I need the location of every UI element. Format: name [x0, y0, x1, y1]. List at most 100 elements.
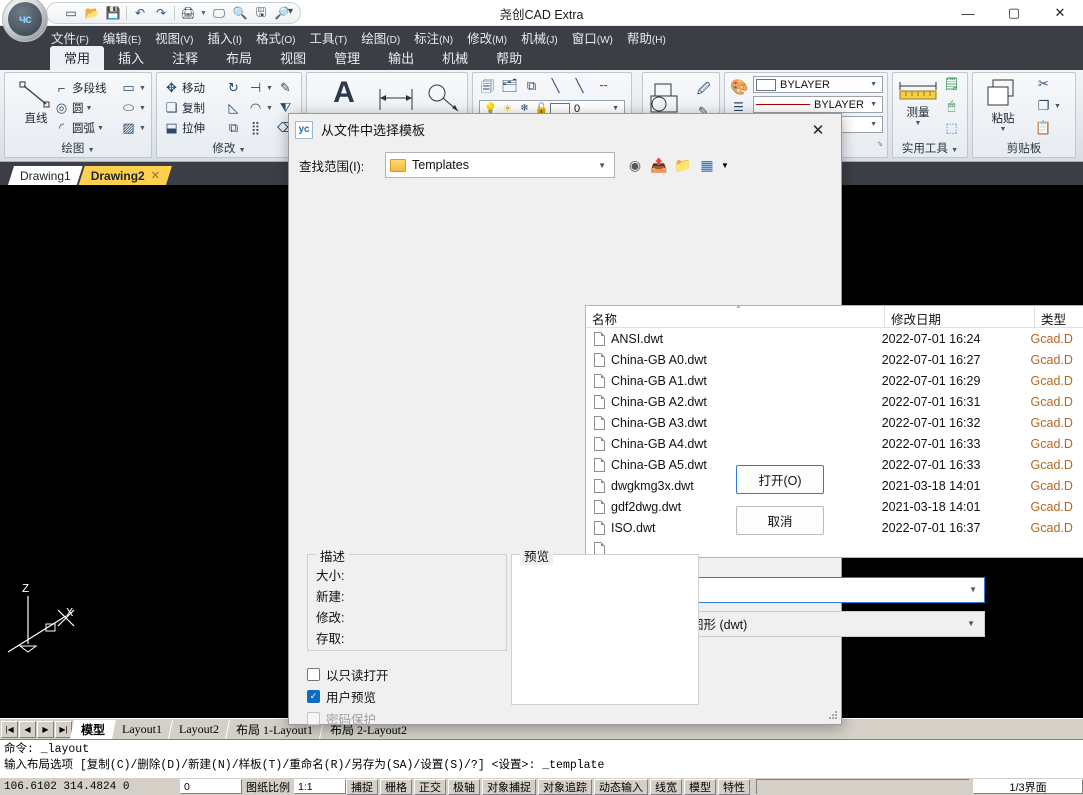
- measure-tool[interactable]: 测量 ▼: [895, 78, 941, 127]
- arc-tool[interactable]: ◜ 圆弧 ▼: [53, 120, 104, 136]
- text-tool[interactable]: A: [321, 78, 367, 108]
- document-tab-drawing2[interactable]: Drawing2 ✕: [79, 166, 172, 185]
- measure-dropdown-icon[interactable]: ▼: [915, 120, 922, 127]
- layout-tab-layout2[interactable]: Layout2: [167, 719, 230, 739]
- new-folder-icon[interactable]: 📁: [671, 153, 695, 177]
- view-mode-icon[interactable]: ▦: [695, 153, 719, 177]
- view-mode-dropdown-icon[interactable]: ▼: [719, 153, 731, 177]
- paste-special-tool[interactable]: 📋: [1035, 120, 1052, 136]
- dimension-tool[interactable]: [373, 86, 419, 112]
- hatch-dropdown-icon[interactable]: ▼: [139, 125, 146, 132]
- qat-more-icon[interactable]: ▾: [288, 6, 293, 17]
- scale-tool[interactable]: ⧉: [225, 120, 242, 136]
- tab-output[interactable]: 输出: [374, 46, 428, 70]
- status-input-field[interactable]: 0: [180, 779, 242, 794]
- file-name-input[interactable]: ▼: [659, 576, 985, 603]
- dialog-close-button[interactable]: ✕: [801, 115, 835, 144]
- copy-tool[interactable]: ❏ 复制: [163, 100, 205, 116]
- open-icon[interactable]: 📂: [82, 4, 102, 22]
- leader-tool[interactable]: [425, 84, 465, 114]
- panel-draw-expand-icon[interactable]: ▼: [88, 147, 95, 154]
- linetype-list-tool[interactable]: ☰: [730, 100, 747, 114]
- layout-tab-layout1[interactable]: Layout1: [110, 719, 173, 739]
- new-icon[interactable]: ▭: [61, 4, 81, 22]
- linetype-dropdown-icon[interactable]: ▼: [870, 101, 880, 108]
- rotate-tool[interactable]: ↻: [225, 80, 242, 96]
- column-header-type[interactable]: 类型: [1034, 306, 1083, 327]
- cancel-button[interactable]: 取消: [736, 506, 824, 535]
- block-define-tool[interactable]: 🖉: [695, 80, 712, 102]
- status-toggle-lineweight[interactable]: 线宽: [650, 778, 682, 795]
- status-toggle-osnap[interactable]: 对象捕捉: [482, 778, 536, 795]
- document-tab-drawing1[interactable]: Drawing1: [8, 166, 83, 185]
- status-toggle-snap[interactable]: 捕捉: [346, 778, 378, 795]
- circle-dropdown-icon[interactable]: ▼: [86, 105, 93, 112]
- rectangle-tool[interactable]: ▭ ▼: [120, 80, 146, 96]
- status-toggle-model[interactable]: 模型: [684, 778, 716, 795]
- tab-help[interactable]: 帮助: [482, 46, 536, 70]
- tab-insert[interactable]: 插入: [104, 46, 158, 70]
- status-toggle-otrack[interactable]: 对象追踪: [538, 778, 592, 795]
- user-preview-checkbox-row[interactable]: ✓ 用户预览: [307, 687, 376, 706]
- mirror-tool[interactable]: ◺: [225, 100, 242, 116]
- zoom-icon[interactable]: 🔍: [230, 4, 250, 22]
- layout-nav-prev[interactable]: ◀: [19, 720, 36, 738]
- print-preview-icon[interactable]: 🖵: [209, 4, 229, 22]
- tab-mechanical[interactable]: 机械: [428, 46, 482, 70]
- table-row[interactable]: China-GB A0.dwt 2022-07-01 16:27 Gcad.D: [586, 349, 1083, 370]
- menu-help[interactable]: 帮助(H): [620, 26, 673, 49]
- minimize-button[interactable]: —: [945, 0, 991, 26]
- file-name-dropdown-icon[interactable]: ▼: [969, 585, 980, 594]
- quick-calc-tool[interactable]: 🖱: [943, 98, 960, 114]
- properties-brush-tool[interactable]: ✎: [277, 80, 294, 96]
- up-folder-icon[interactable]: 📤: [647, 153, 671, 177]
- print-dropdown-icon[interactable]: ▼: [199, 10, 208, 17]
- readonly-checkbox[interactable]: [307, 668, 320, 681]
- stretch-tool[interactable]: ⬓ 拉伸: [163, 120, 205, 136]
- arc-dropdown-icon[interactable]: ▼: [97, 125, 104, 132]
- table-row[interactable]: China-GB A3.dwt 2022-07-01 16:32 Gcad.D: [586, 412, 1083, 433]
- redo-icon[interactable]: ↷: [151, 4, 171, 22]
- readonly-checkbox-row[interactable]: 以只读打开: [307, 665, 389, 684]
- layout-nav-last[interactable]: ▶|: [55, 720, 72, 738]
- paste-tool[interactable]: 粘贴 ▼: [979, 78, 1027, 133]
- layer-properties-tool[interactable]: 🗐: [479, 78, 496, 100]
- linetype-dash-tool[interactable]: ╌: [595, 78, 612, 94]
- look-in-dropdown-icon[interactable]: ▼: [598, 161, 610, 170]
- fillet-tool[interactable]: ◠ ▼: [247, 100, 273, 116]
- user-preview-checkbox[interactable]: ✓: [307, 690, 320, 703]
- coordinates-display[interactable]: 106.6102 314.4824 0: [0, 781, 180, 793]
- save-icon[interactable]: 💾: [103, 4, 123, 22]
- file-type-dropdown-icon[interactable]: ▼: [967, 619, 978, 628]
- panel-properties-expand-icon[interactable]: ⬂: [877, 140, 883, 148]
- column-header-name[interactable]: ⌃ 名称: [586, 305, 884, 327]
- layer-merge-tool[interactable]: ⧉: [523, 78, 540, 94]
- tab-layout[interactable]: 布局: [212, 46, 266, 70]
- layer-dropdown-icon[interactable]: ▼: [612, 105, 622, 112]
- table-row[interactable]: China-GB A2.dwt 2022-07-01 16:31 Gcad.D: [586, 391, 1083, 412]
- table-row[interactable]: dwgkmg3x.dwt 2021-03-18 14:01 Gcad.D: [586, 475, 1083, 496]
- status-ui-mode[interactable]: 1/3界面: [973, 779, 1083, 794]
- tab-home[interactable]: 常用: [50, 46, 105, 70]
- file-list[interactable]: ⌃ 名称 修改日期 类型 ANSI.dwt 2022-07-01 16:24 G…: [585, 305, 1083, 558]
- color-dropdown-icon[interactable]: ▼: [870, 81, 880, 88]
- paper-scale-value[interactable]: 1:1: [294, 779, 346, 794]
- layout-nav-first[interactable]: |◀: [1, 720, 18, 738]
- hatch-tool[interactable]: ▨ ▼: [120, 120, 146, 136]
- color-selector[interactable]: BYLAYER ▼: [753, 76, 883, 93]
- tab-view[interactable]: 视图: [266, 46, 320, 70]
- status-toggle-grid[interactable]: 栅格: [380, 778, 412, 795]
- table-row[interactable]: ANSI.dwt 2022-07-01 16:24 Gcad.D: [586, 328, 1083, 349]
- table-row[interactable]: China-GB A1.dwt 2022-07-01 16:29 Gcad.D: [586, 370, 1083, 391]
- tab-annotate[interactable]: 注释: [158, 46, 212, 70]
- table-row[interactable]: gdf2dwg.dwt 2021-03-18 14:01 Gcad.D: [586, 496, 1083, 517]
- linetype-selector[interactable]: BYLAYER ▼: [753, 96, 883, 113]
- linetype-thin-tool[interactable]: ╲: [571, 78, 588, 94]
- lineweight-dropdown-icon[interactable]: ▼: [870, 121, 880, 128]
- rectangle-dropdown-icon[interactable]: ▼: [139, 85, 146, 92]
- quick-select-tool[interactable]: 🗒: [943, 76, 960, 92]
- table-row[interactable]: China-GB A4.dwt 2022-07-01 16:33 Gcad.D: [586, 433, 1083, 454]
- fillet-dropdown-icon[interactable]: ▼: [266, 105, 273, 112]
- paste-dropdown-icon[interactable]: ▼: [1000, 126, 1007, 133]
- command-line[interactable]: 命令: _layout 输入布局选项 [复制(C)/删除(D)/新建(N)/样板…: [0, 739, 1083, 777]
